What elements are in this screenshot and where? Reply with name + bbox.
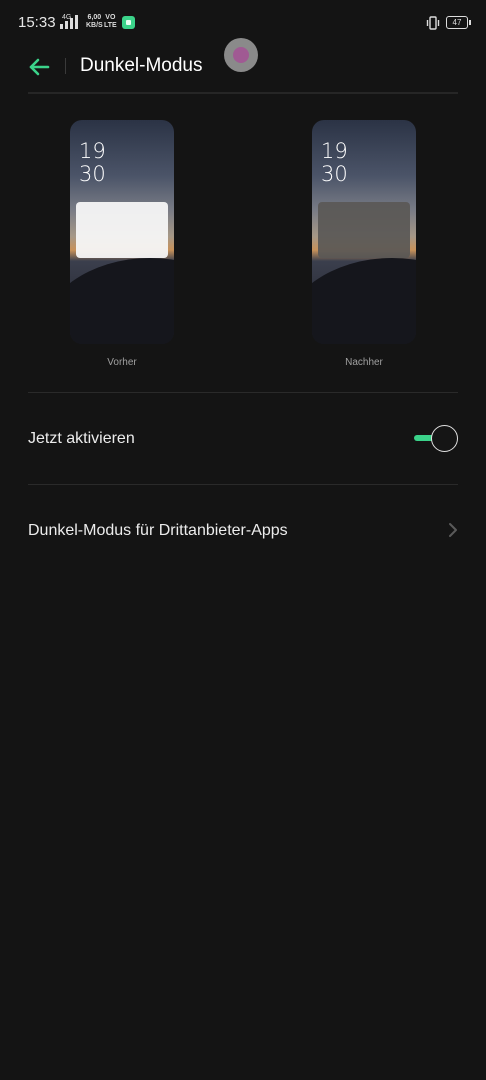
preview-after: 19 30	[312, 120, 416, 344]
status-time: 15:33	[18, 14, 56, 31]
preview-clock: 19 30	[79, 139, 106, 186]
app-notification-icon	[122, 16, 135, 29]
back-button[interactable]	[26, 54, 52, 80]
preview-clock: 19 30	[321, 139, 348, 186]
activate-label: Jetzt aktivieren	[28, 430, 135, 447]
preview-card-dark	[318, 202, 410, 258]
divider	[28, 484, 458, 485]
preview-before: 19 30	[70, 120, 174, 344]
preview-before-label: Vorher	[107, 357, 137, 368]
signal-icon: 4G	[60, 13, 78, 29]
header-divider	[65, 58, 66, 74]
network-speed: 6,00 KB/S	[86, 14, 103, 29]
touch-indicator	[224, 38, 258, 72]
header-separator	[28, 92, 458, 94]
chevron-right-icon	[449, 523, 457, 537]
page-title: Dunkel-Modus	[80, 55, 203, 76]
battery-icon: 47	[446, 16, 471, 29]
preview-after-label: Nachher	[345, 357, 383, 368]
divider	[28, 392, 458, 393]
wallpaper-hill	[70, 258, 174, 344]
third-party-label: Dunkel-Modus für Drittanbieter-Apps	[28, 522, 288, 539]
activate-toggle[interactable]	[412, 424, 460, 454]
wallpaper-hill	[312, 258, 416, 344]
volte-indicator: VO LTE	[104, 14, 117, 29]
vibrate-icon	[426, 16, 440, 30]
preview-card-light	[76, 202, 168, 258]
arrow-left-icon	[29, 58, 50, 76]
network-type: 4G	[62, 14, 72, 21]
toggle-knob	[431, 425, 458, 452]
